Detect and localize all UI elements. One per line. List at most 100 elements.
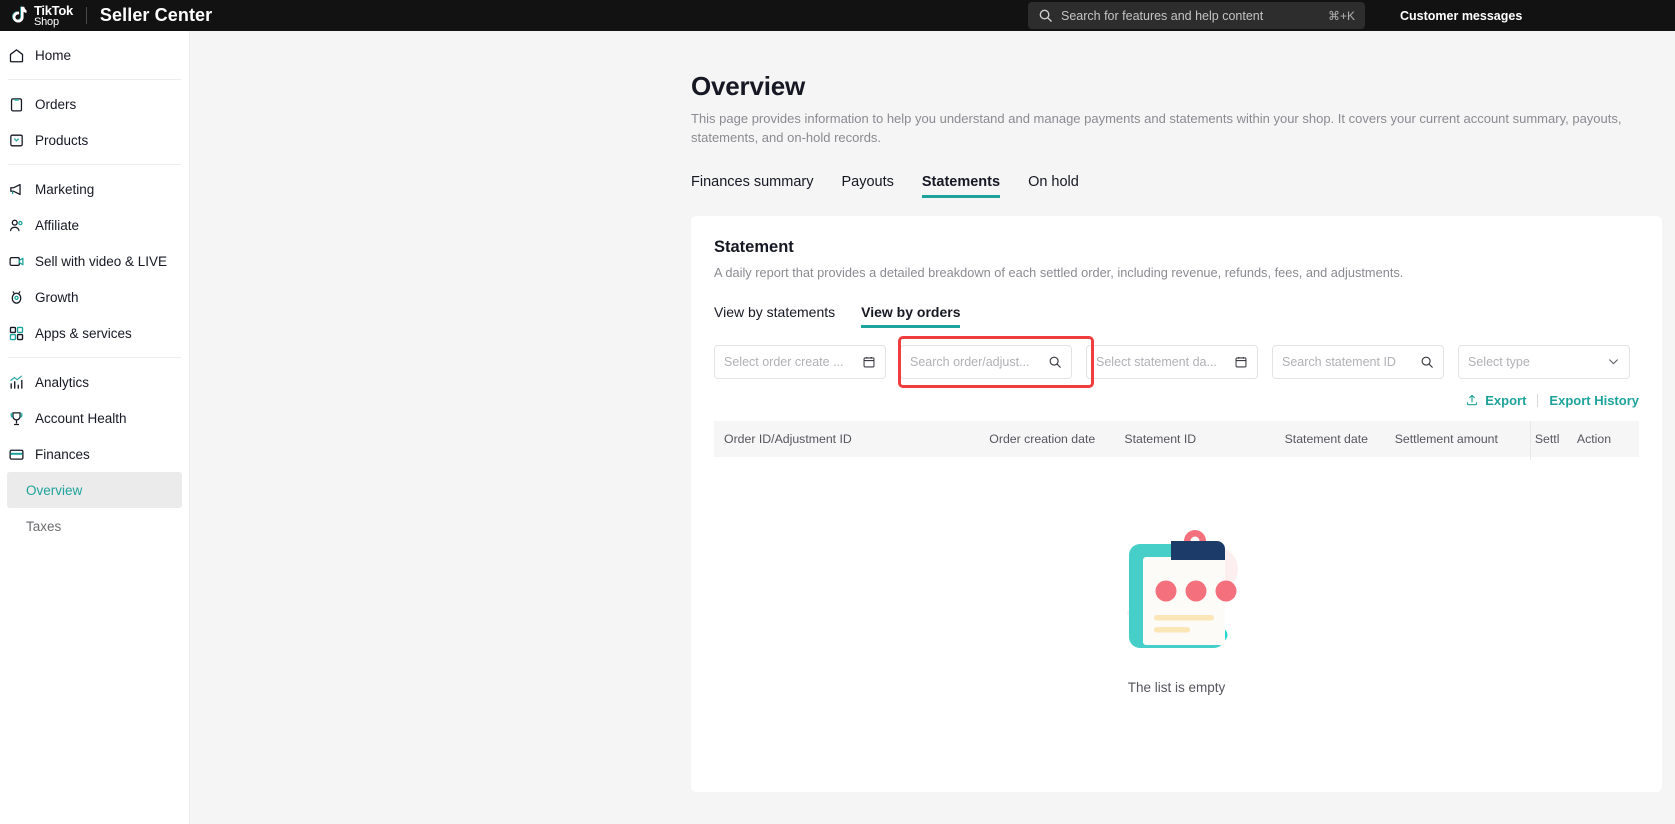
sidebar-item-analytics[interactable]: Analytics <box>0 364 189 400</box>
statement-date-filter[interactable]: Select statement da... <box>1086 344 1258 379</box>
sidebar-item-label: Finances <box>35 446 90 462</box>
statement-id-placeholder: Search statement ID <box>1282 354 1396 369</box>
sidebar-item-apps-services[interactable]: Apps & services <box>0 315 189 351</box>
sidebar-item-finances[interactable]: Finances <box>0 436 189 472</box>
sidebar-item-affiliate[interactable]: Affiliate <box>0 207 189 243</box>
type-select-placeholder: Select type <box>1468 354 1530 369</box>
sidebar-item-account-health[interactable]: Account Health <box>0 400 189 436</box>
global-search-input[interactable]: Search for features and help content ⌘+K <box>1028 2 1365 29</box>
sidebar-item-home[interactable]: Home <box>0 37 189 73</box>
export-label: Export <box>1485 392 1527 408</box>
type-select[interactable]: Select type <box>1458 344 1630 379</box>
sidebar-item-label: Products <box>35 132 89 148</box>
export-history-label: Export History <box>1549 392 1639 408</box>
chevron-down-icon <box>1609 359 1618 365</box>
search-icon <box>1039 9 1052 22</box>
order-creation-date-filter[interactable]: Select order create ... <box>714 344 886 379</box>
tab-on-hold[interactable]: On hold <box>1028 174 1079 198</box>
logo-text-shop: Shop <box>34 15 59 28</box>
top-bar: TikTok Shop Seller Center Search for fea… <box>0 0 1675 31</box>
sidebar-item-growth[interactable]: Growth <box>0 279 189 315</box>
export-divider <box>1537 393 1539 407</box>
calendar-icon <box>1235 356 1247 368</box>
statement-id-search-input[interactable]: Search statement ID <box>1272 344 1444 379</box>
statement-heading: Statement <box>714 237 794 256</box>
filter-row: Select order create ... Search order/adj… <box>714 335 1639 388</box>
sidebar-item-products[interactable]: Products <box>0 122 189 158</box>
subtab-view-by-orders[interactable]: View by orders <box>861 303 961 328</box>
body-area: Home Orders Products Marketing Affiliate… <box>0 31 1675 824</box>
trophy-icon <box>8 410 25 427</box>
upload-icon <box>1467 394 1478 406</box>
tab-label: On hold <box>1028 173 1079 190</box>
column-header-order-creation-date[interactable]: Order creation date <box>979 420 1115 457</box>
sidebar-subitem-label: Overview <box>26 482 83 498</box>
sidebar: Home Orders Products Marketing Affiliate… <box>0 31 190 824</box>
sidebar-item-label: Orders <box>35 96 77 112</box>
tab-label: Payouts <box>841 173 894 190</box>
page-description: This page provides information to help y… <box>691 111 1622 145</box>
column-header-settlement-truncated[interactable]: Settl <box>1524 420 1567 457</box>
sidebar-item-label: Growth <box>35 289 79 305</box>
sidebar-item-taxes[interactable]: Taxes <box>0 508 189 544</box>
column-header-order-id[interactable]: Order ID/Adjustment ID <box>714 420 980 457</box>
tab-finances-summary[interactable]: Finances summary <box>691 174 813 198</box>
empty-state: The list is empty <box>714 457 1639 695</box>
card-icon <box>8 446 25 463</box>
sidebar-item-sell-with-video-live[interactable]: Sell with video & LIVE <box>0 243 189 279</box>
video-icon <box>8 253 25 270</box>
empty-clipboard-illustration <box>1126 529 1238 648</box>
sidebar-item-overview[interactable]: Overview <box>7 472 182 508</box>
statement-card: Statement A daily report that provides a… <box>691 215 1662 792</box>
home-icon <box>8 47 25 64</box>
tiktok-note-icon <box>12 5 27 23</box>
export-actions: Export Export History <box>714 393 1639 408</box>
statement-table-wrapper: Order ID/Adjustment ID Order creation da… <box>714 420 1639 460</box>
sidebar-divider <box>8 164 181 165</box>
tab-statements[interactable]: Statements <box>921 173 1001 198</box>
sidebar-divider <box>8 357 181 358</box>
tab-label: Finances summary <box>691 173 814 190</box>
search-shortcut-hint: ⌘+K <box>1327 8 1355 23</box>
card-shape <box>9 449 24 460</box>
sidebar-divider <box>8 79 181 80</box>
bar-chart-icon <box>8 374 25 391</box>
statement-description: A daily report that provides a detailed … <box>714 264 1404 280</box>
sidebar-item-label: Affiliate <box>35 217 80 233</box>
people-icon <box>8 217 25 234</box>
tab-label: Statements <box>921 173 1001 190</box>
column-header-action[interactable]: Action <box>1566 420 1639 457</box>
empty-state-text: The list is empty <box>1127 679 1226 695</box>
calendar-icon <box>863 356 875 368</box>
column-header-statement-date[interactable]: Statement date <box>1274 420 1385 457</box>
sidebar-item-label: Analytics <box>35 374 90 390</box>
sidebar-item-label: Home <box>35 47 72 63</box>
page-title: Overview <box>691 71 806 101</box>
brand-area[interactable]: TikTok Shop Seller Center <box>0 4 212 28</box>
box-icon <box>8 132 25 149</box>
sidebar-item-label: Apps & services <box>35 325 132 341</box>
page-header: Overview This page provides information … <box>190 31 1675 148</box>
subtab-view-by-statements[interactable]: View by statements <box>714 304 835 328</box>
sidebar-item-marketing[interactable]: Marketing <box>0 171 189 207</box>
table-head: Order ID/Adjustment ID Order creation da… <box>714 420 1639 457</box>
column-header-statement-id[interactable]: Statement ID <box>1114 420 1275 457</box>
order-search-placeholder: Search order/adjust... <box>910 354 1030 369</box>
column-header-settlement-amount[interactable]: Settlement amount <box>1384 420 1525 457</box>
app-root: TikTok Shop Seller Center Search for fea… <box>0 0 1675 824</box>
sidebar-item-label: Sell with video & LIVE <box>35 253 168 269</box>
export-button[interactable]: Export <box>1465 393 1526 408</box>
customer-messages-button[interactable]: Customer messages <box>1400 0 1522 31</box>
grid-apps-icon <box>8 325 25 342</box>
column-freeze-divider <box>1530 420 1531 460</box>
tiktok-shop-logo[interactable]: TikTok Shop <box>8 4 73 28</box>
sidebar-item-label: Account Health <box>35 410 127 426</box>
subtab-label: View by orders <box>861 303 961 320</box>
global-search-placeholder: Search for features and help content <box>1061 8 1264 23</box>
statement-subtabs: View by statements View by orders <box>714 304 1639 328</box>
order-adjustment-search-input[interactable]: Search order/adjust... <box>900 344 1072 379</box>
product-name: Seller Center <box>99 5 213 25</box>
tab-payouts[interactable]: Payouts <box>841 174 893 198</box>
sidebar-item-orders[interactable]: Orders <box>0 86 189 122</box>
export-history-button[interactable]: Export History <box>1549 393 1639 408</box>
